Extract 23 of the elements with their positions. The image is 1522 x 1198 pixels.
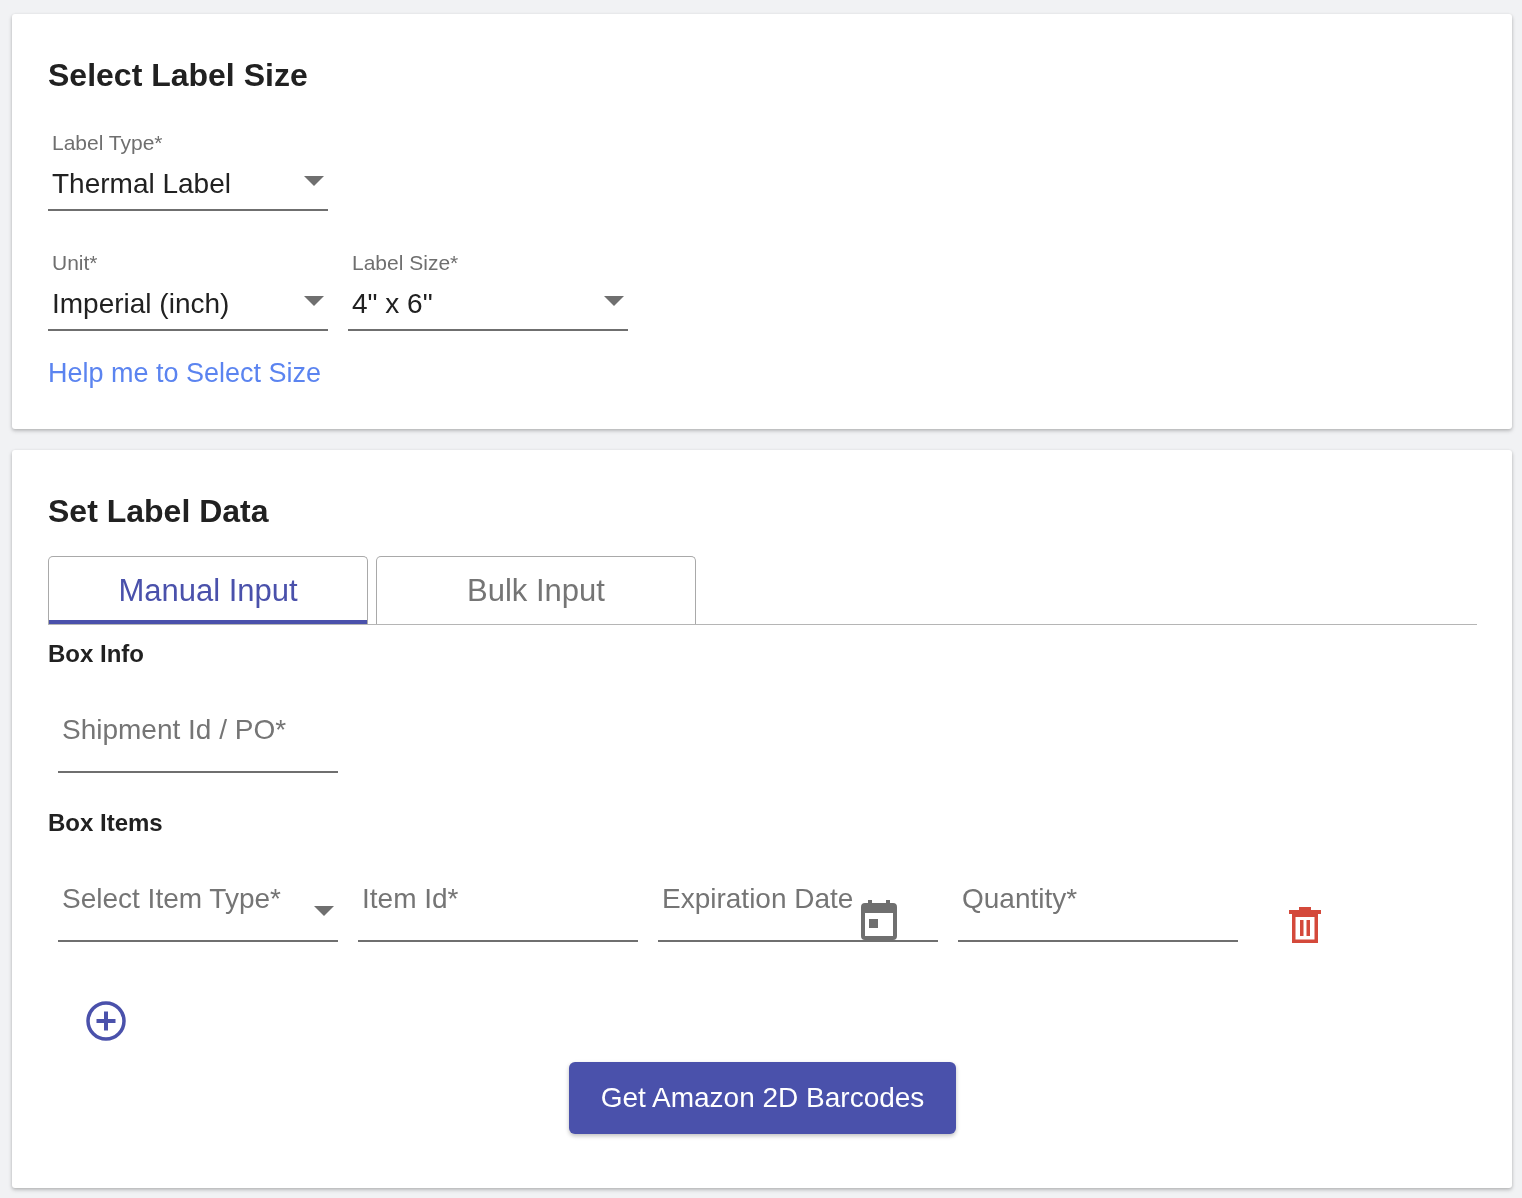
caret-icon	[304, 296, 324, 306]
card-title: Select Label Size	[48, 56, 308, 95]
shipment-id-field[interactable]: Shipment Id / PO*	[58, 700, 338, 773]
section-heading: Box Items	[48, 808, 163, 838]
caret-icon	[304, 176, 324, 186]
caret-icon	[604, 296, 624, 306]
item-id-field[interactable]: Item Id*	[358, 869, 638, 942]
quantity-field[interactable]: Quantity*	[958, 869, 1238, 942]
get-barcodes-button[interactable]: Get Amazon 2D Barcodes	[568, 1062, 957, 1134]
item-type-select[interactable]: Select Item Type*	[58, 869, 338, 942]
unit-select[interactable]: Unit* Imperial (inch)	[48, 252, 328, 331]
expiration-date-field[interactable]: Expiration Date	[658, 869, 938, 942]
tab[interactable]: Manual Input	[48, 556, 368, 624]
section-heading: Box Info	[48, 639, 144, 669]
label-type-select[interactable]: Label Type* Thermal Label	[48, 132, 328, 211]
calendar-icon[interactable]	[861, 900, 897, 940]
caret-icon	[314, 906, 334, 916]
trash-icon[interactable]	[1289, 907, 1321, 943]
help-link[interactable]: Help me to Select Size	[48, 356, 322, 390]
plus-circle-icon[interactable]	[86, 1001, 126, 1041]
card-title: Set Label Data	[48, 492, 269, 531]
label-size-select[interactable]: Label Size* 4" x 6"	[348, 252, 628, 331]
tab[interactable]: Bulk Input	[376, 556, 696, 624]
